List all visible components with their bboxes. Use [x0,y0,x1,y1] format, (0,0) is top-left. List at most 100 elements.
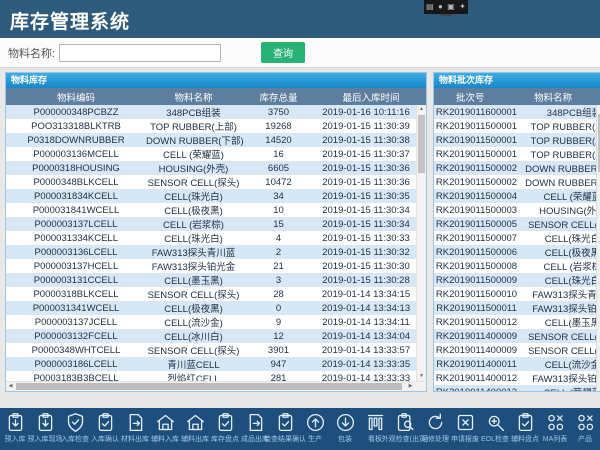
toolbar-item-aux-outbound[interactable]: 辅料出库 [180,412,210,450]
toolbar-item-eol-check[interactable]: EOL检查 [480,412,510,450]
table-row[interactable]: P000003132FCELL CELL(冰川白) 12 2019-01-14 … [6,329,416,343]
table-row[interactable]: P0000348WHTCELL SENSOR CELL(探头) 3901 201… [6,343,416,357]
overlay-settings-icon[interactable]: ✦ [459,3,466,11]
overlay-capture-icon[interactable]: ▤ [426,3,434,11]
table-row[interactable]: RK2019011500002 DOWN RUBBER(下部) [434,161,600,175]
table-row[interactable]: RK2019011500011 FAW313探头铂光金 [434,301,600,315]
overlay-record-icon[interactable]: ● [438,3,443,11]
toolbar-item-pre-inbound-site[interactable]: 预入库现场 [30,412,60,450]
cell-batch-no: RK2019011500010 [434,287,519,301]
table-row[interactable]: P0000348BLKCELL SENSOR CELL(探头) 10472 20… [6,175,416,189]
toolbar-item-stock-count[interactable]: 库存盘点 [210,412,240,450]
cell-material-name: CELL (岩浆棕) [146,217,241,231]
toolbar-item-pre-inbound[interactable]: 预入库 [0,412,30,450]
toolbar-item-label: 看板 [368,434,382,444]
toolbar-item-label: 入库确认 [91,434,119,444]
horizontal-scrollbar[interactable]: ◀ ▶ [6,381,426,391]
table-row[interactable]: P000003137LCELL CELL (岩浆棕) 15 2019-01-15… [6,217,416,231]
table-row[interactable]: P000003136LCELL FAW313探头青川蓝 2 2019-01-15… [6,245,416,259]
toolbar-item-product-outbound[interactable]: 成品出库 [240,412,270,450]
table-row[interactable]: P000003137JCELL CELL(流沙金) 9 2019-01-14 1… [6,315,416,329]
table-row[interactable]: RK2019011400009 SENSOR CELL(探头) [434,329,600,343]
toolbar-item-production[interactable]: 生产 [300,412,330,450]
scrollbar-thumb[interactable] [418,115,425,173]
table-row[interactable]: RK2019011500008 CELL (岩浆棕) [434,259,600,273]
vertical-scrollbar[interactable]: ▲ ▼ [416,105,426,381]
cell-last-inbound-time: 2019-01-15 11:30:28 [316,273,416,287]
scroll-right-icon[interactable]: ▶ [406,382,415,391]
table-row[interactable]: RK2019011500010 FAW313探头青川蓝 [434,287,600,301]
table-row[interactable]: RK2019011500005 SENSOR CELL(探头) [434,217,600,231]
cell-batch-no: RK2019011500001 [434,119,519,133]
scroll-down-icon[interactable]: ▼ [417,372,426,381]
toolbar-item-ma-list[interactable]: MA列表 [540,412,570,450]
table-row[interactable]: P000031341WCELL CELL(极夜黑) 0 2019-01-14 1… [6,301,416,315]
scroll-up-icon[interactable]: ▲ [417,105,426,114]
table-row[interactable]: RK2019011500003 HOUSING(外壳) [434,203,600,217]
toolbar-item-aux-stock-count[interactable]: 辅料盘点 [510,412,540,450]
table-row[interactable]: POO313318BLKTRB TOP RUBBER(上部) 19268 201… [6,119,416,133]
table-row[interactable]: P000031834KCELL CELL(珠光白) 34 2019-01-15 … [6,189,416,203]
cell-material-name: 348PCB组装 [519,105,600,119]
table-row[interactable]: RK2019011600001 348PCB组装 [434,105,600,119]
table-row[interactable]: RK2019011500002 DOWN RUBBER(下部) [434,175,600,189]
table-row[interactable]: P0000318HOUSING HOUSING(外壳) 6605 2019-01… [6,161,416,175]
scrollbar-thumb[interactable] [16,383,402,390]
table-row[interactable]: P000003136MCELL CELL (荣耀蓝) 16 2019-01-15… [6,147,416,161]
table-row[interactable]: P000031334KCELL CELL(珠光白) 4 2019-01-15 1… [6,231,416,245]
table-row[interactable]: RK2019011500006 CELL(极夜黑) [434,245,600,259]
cell-material-name: CELL(极夜黑) [146,301,241,315]
toolbar-item-kanban[interactable]: 看板 [360,412,390,450]
overlay-window-icon[interactable]: ▣ [447,3,455,11]
cell-material-name: FAW313探头铂光金 [519,371,600,385]
cell-total-qty: 10472 [241,175,316,189]
toolbar-item-appearance-check[interactable]: 外观检查(出货) [390,412,420,450]
circles-list-icon [575,412,596,433]
vertical-scrollbar[interactable] [596,105,600,391]
table-row[interactable]: RK2019011500001 TOP RUBBER(上部) [434,147,600,161]
scroll-left-icon[interactable]: ◀ [6,382,15,391]
table-row[interactable]: P000031841WCELL CELL(极夜黑) 10 2019-01-15 … [6,203,416,217]
cell-last-inbound-time: 2019-01-14 13:34:15 [316,287,416,301]
cell-batch-no: RK2019011500003 [434,203,519,217]
table-row[interactable]: RK2019011400013 CELL (荣耀蓝) [434,385,600,392]
table-row[interactable]: P000003137HCELL FAW313探头铂光金 21 2019-01-1… [6,259,416,273]
toolbar-item-aux-inbound[interactable]: 辅料入库 [150,412,180,450]
toolbar-item-inbound-confirm[interactable]: 入库确认 [90,412,120,450]
material-name-input[interactable] [59,44,221,62]
cell-total-qty: 28 [241,287,316,301]
cell-material-name: SENSOR CELL(探头) [519,329,600,343]
table-row[interactable]: RK2019011500004 CELL (荣耀蓝) [434,189,600,203]
cell-last-inbound-time: 2019-01-15 11:30:34 [316,203,416,217]
cell-material-code: P000031834KCELL [6,189,146,203]
toolbar-item-repair[interactable]: 返修处理 [420,412,450,450]
table-row[interactable]: RK2019011500009 CELL(珠光白) [434,273,600,287]
table-row[interactable]: RK2019011400009 SENSOR CELL(探头) [434,343,600,357]
table-row[interactable]: P000003186LCELL 青川蓝CELL 947 2019-01-14 1… [6,357,416,371]
warehouse-icon [185,412,206,433]
query-button[interactable]: 查询 [261,42,305,63]
toolbar-item-scrap-request[interactable]: 申请报废 [450,412,480,450]
cell-last-inbound-time: 2019-01-15 11:30:37 [316,147,416,161]
toolbar-item-material-outbound[interactable]: 材料出库 [120,412,150,450]
toolbar-item-product[interactable]: 产品 [570,412,600,450]
table-row[interactable]: RK2019011400011 CELL(流沙金) [434,357,600,371]
cell-material-name: CELL (荣耀蓝) [519,189,600,203]
table-row[interactable]: RK2019011500012 CELL(墨玉黑) [434,315,600,329]
toolbar-item-packaging[interactable]: 包装 [330,412,360,450]
table-row[interactable]: P0318DOWNRUBBER DOWN RUBBER(下部) 14520 20… [6,133,416,147]
screen-overlay-toolbar[interactable]: ▤ ● ▣ ✦ [424,0,468,14]
toolbar-item-inbound-check[interactable]: 入库检查 [60,412,90,450]
cell-material-name: DOWN RUBBER(下部) [519,161,600,175]
table-row[interactable]: P000003131CCELL CELL(墨玉黑) 3 2019-01-15 1… [6,273,416,287]
table-row[interactable]: RK2019011500007 CELL(珠光白) [434,231,600,245]
table-row[interactable]: RK2019011500001 TOP RUBBER(上部) [434,133,600,147]
cell-total-qty: 34 [241,189,316,203]
table-row[interactable]: RK2019011400012 FAW313探头铂光金 [434,371,600,385]
toolbar-item-check-result-confirm[interactable]: 检查结果确认 [270,412,300,450]
cell-total-qty: 6605 [241,161,316,175]
table-row[interactable]: RK2019011500001 TOP RUBBER(上部) [434,119,600,133]
overlay-handle[interactable] [440,14,452,16]
table-row[interactable]: P0000318BLKCELL SENSOR CELL(探头) 28 2019-… [6,287,416,301]
table-row[interactable]: P000000348PCBZZ 348PCB组装 3750 2019-01-16… [6,105,416,119]
